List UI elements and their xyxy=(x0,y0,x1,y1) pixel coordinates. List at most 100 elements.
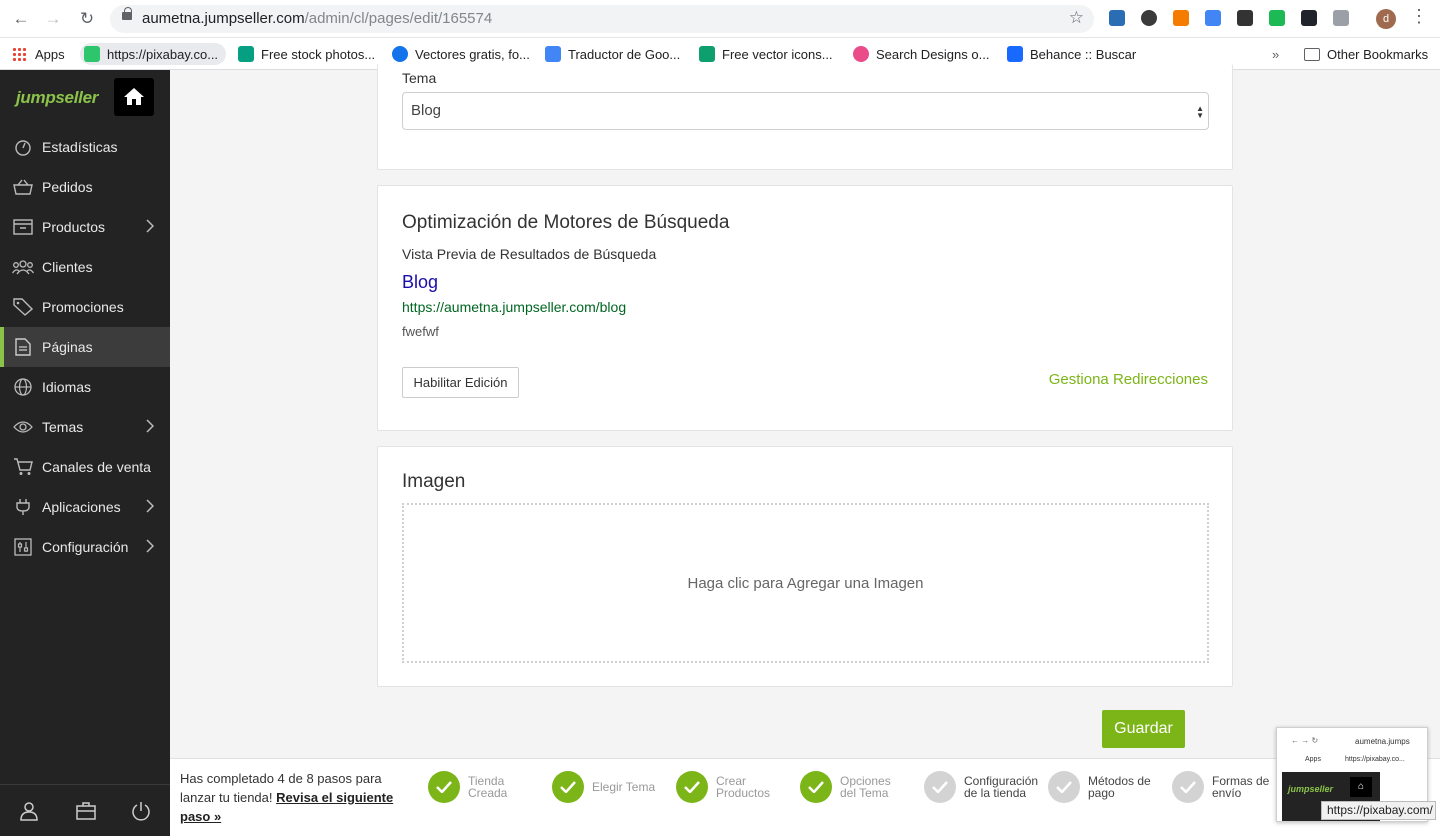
sidebar-item-paginas[interactable]: Páginas xyxy=(0,327,170,367)
briefcase-icon[interactable] xyxy=(76,801,96,821)
sidebar-item-configuracion[interactable]: Configuración xyxy=(0,527,170,567)
sidebar-item-label: Canales de venta xyxy=(42,459,151,475)
sidebar-item-label: Configuración xyxy=(42,539,129,555)
check-icon xyxy=(552,771,584,803)
sidebar-item-label: Aplicaciones xyxy=(42,499,121,515)
sidebar-item-clientes[interactable]: Clientes xyxy=(0,247,170,287)
sidebar-item-label: Temas xyxy=(42,419,84,435)
bookmark-vectores[interactable]: Vectores gratis, fo... xyxy=(392,43,530,65)
profile-avatar[interactable]: d xyxy=(1376,9,1396,29)
back-icon: ← → ↻ xyxy=(1291,736,1319,745)
sidebar-footer xyxy=(0,784,170,836)
sidebar-item-estadisticas[interactable]: Estadísticas xyxy=(0,127,170,167)
bookmark-vector-icons[interactable]: Free vector icons... xyxy=(699,43,833,65)
manage-redirects-link[interactable]: Gestiona Redirecciones xyxy=(1049,371,1208,388)
onboarding-step[interactable]: Opciones del Tema xyxy=(800,769,920,805)
bookmark-dribbble[interactable]: Search Designs o... xyxy=(853,43,989,65)
image-dropzone[interactable]: Haga clic para Agregar una Imagen xyxy=(402,503,1209,663)
check-icon xyxy=(676,771,708,803)
box-icon xyxy=(12,218,34,236)
sidebar: jumpseller Estadísticas Pedidos Producto… xyxy=(0,70,170,836)
pixabay-icon xyxy=(84,46,100,62)
forward-icon[interactable]: → xyxy=(42,8,64,30)
flaticon-icon xyxy=(699,46,715,62)
bookmark-star-icon[interactable]: ☆ xyxy=(1069,8,1084,28)
bookmark-translate[interactable]: Traductor de Goo... xyxy=(545,43,680,65)
users-icon xyxy=(12,258,34,276)
chevron-right-icon xyxy=(146,499,154,513)
sidebar-item-idiomas[interactable]: Idiomas xyxy=(0,367,170,407)
address-bar[interactable]: aumetna.jumpseller.com/admin/cl/pages/ed… xyxy=(110,5,1094,33)
browser-menu-icon[interactable]: ⋮ xyxy=(1410,6,1428,27)
sidebar-item-temas[interactable]: Temas xyxy=(0,407,170,447)
sidebar-item-productos[interactable]: Productos xyxy=(0,207,170,247)
google-translate-icon xyxy=(545,46,561,62)
behance-icon xyxy=(1007,46,1023,62)
bookmark-free-stock[interactable]: Free stock photos... xyxy=(238,43,375,65)
jumpseller-logo[interactable]: jumpseller xyxy=(16,88,98,108)
extension-s-icon[interactable] xyxy=(1109,10,1125,26)
user-icon[interactable] xyxy=(19,801,39,821)
document-icon xyxy=(12,338,34,356)
theme-select-value: Blog xyxy=(411,102,442,119)
sidebar-item-promociones[interactable]: Promociones xyxy=(0,287,170,327)
home-icon: ⌂ xyxy=(1350,777,1372,797)
sidebar-item-label: Promociones xyxy=(42,299,124,315)
extension-translate-icon[interactable] xyxy=(1205,10,1221,26)
bookmark-apps[interactable]: Apps xyxy=(12,43,65,65)
extension-shield-icon[interactable] xyxy=(1237,10,1253,26)
sidebar-item-label: Clientes xyxy=(42,259,93,275)
onboarding-step[interactable]: Configuración de la tienda xyxy=(924,769,1044,805)
tab-preview-toolbar: ← → ↻ aumetna.jumps Apps https://pixabay… xyxy=(1277,728,1427,763)
settings-sliders-icon xyxy=(12,538,34,556)
sidebar-item-label: Pedidos xyxy=(42,179,93,195)
theme-select[interactable]: Blog ▲ ▼ xyxy=(402,92,1209,130)
onboarding-step[interactable]: Elegir Tema xyxy=(552,769,672,805)
save-button[interactable]: Guardar xyxy=(1102,710,1185,748)
eye-icon xyxy=(12,418,34,436)
bookmark-pixabay[interactable]: https://pixabay.co... xyxy=(80,43,227,65)
bookmark-other[interactable]: Other Bookmarks xyxy=(1304,43,1428,65)
seo-card-title: Optimización de Motores de Búsqueda xyxy=(402,212,730,233)
image-card: Imagen Haga clic para Agregar una Imagen xyxy=(377,446,1233,687)
extension-check-icon[interactable] xyxy=(1269,10,1285,26)
power-icon[interactable] xyxy=(131,801,151,821)
sidebar-item-canales[interactable]: Canales de venta xyxy=(0,447,170,487)
onboarding-step[interactable]: Formas de envío xyxy=(1172,769,1292,805)
chevron-right-icon xyxy=(146,419,154,433)
search-preview-url: https://aumetna.jumpseller.com/blog xyxy=(402,299,627,315)
browser-toolbar: ← → ↻ aumetna.jumpseller.com/admin/cl/pa… xyxy=(0,0,1440,38)
image-card-title: Imagen xyxy=(402,471,466,492)
seo-card: Optimización de Motores de Búsqueda Vist… xyxy=(377,185,1233,431)
cart-icon xyxy=(12,458,34,476)
onboarding-step[interactable]: Tienda Creada xyxy=(428,769,548,805)
dropzone-text: Haga clic para Agregar una Imagen xyxy=(687,574,924,592)
bookmarks-overflow-icon[interactable]: » xyxy=(1272,43,1279,65)
globe-icon xyxy=(12,378,34,396)
extension-pin-icon[interactable] xyxy=(1333,10,1349,26)
search-preview-description: fwefwf xyxy=(402,324,439,339)
enable-edit-button[interactable]: Habilitar Edición xyxy=(402,367,519,398)
check-icon xyxy=(1048,771,1080,803)
sidebar-item-label: Productos xyxy=(42,219,106,235)
extension-chart-icon[interactable] xyxy=(1173,10,1189,26)
extension-k-icon[interactable] xyxy=(1141,10,1157,26)
back-icon[interactable]: ← xyxy=(10,8,32,30)
sidebar-item-aplicaciones[interactable]: Aplicaciones xyxy=(0,487,170,527)
sidebar-item-pedidos[interactable]: Pedidos xyxy=(0,167,170,207)
link-tooltip: https://pixabay.com/ xyxy=(1321,801,1436,820)
onboarding-step[interactable]: Métodos de pago xyxy=(1048,769,1168,805)
bookmark-behance[interactable]: Behance :: Buscar xyxy=(1007,43,1136,65)
onboarding-step[interactable]: Crear Productos xyxy=(676,769,796,805)
select-arrows-icon: ▲ ▼ xyxy=(1196,104,1204,120)
home-button[interactable] xyxy=(114,78,154,116)
dribbble-icon xyxy=(853,46,869,62)
apps-grid-icon xyxy=(12,47,26,61)
reload-icon[interactable]: ↻ xyxy=(76,8,98,30)
home-icon xyxy=(124,88,144,105)
extension-react-icon[interactable] xyxy=(1301,10,1317,26)
theme-label: Tema xyxy=(402,70,437,86)
check-icon xyxy=(1172,771,1204,803)
tag-icon xyxy=(12,298,34,316)
folder-icon xyxy=(1304,47,1320,61)
